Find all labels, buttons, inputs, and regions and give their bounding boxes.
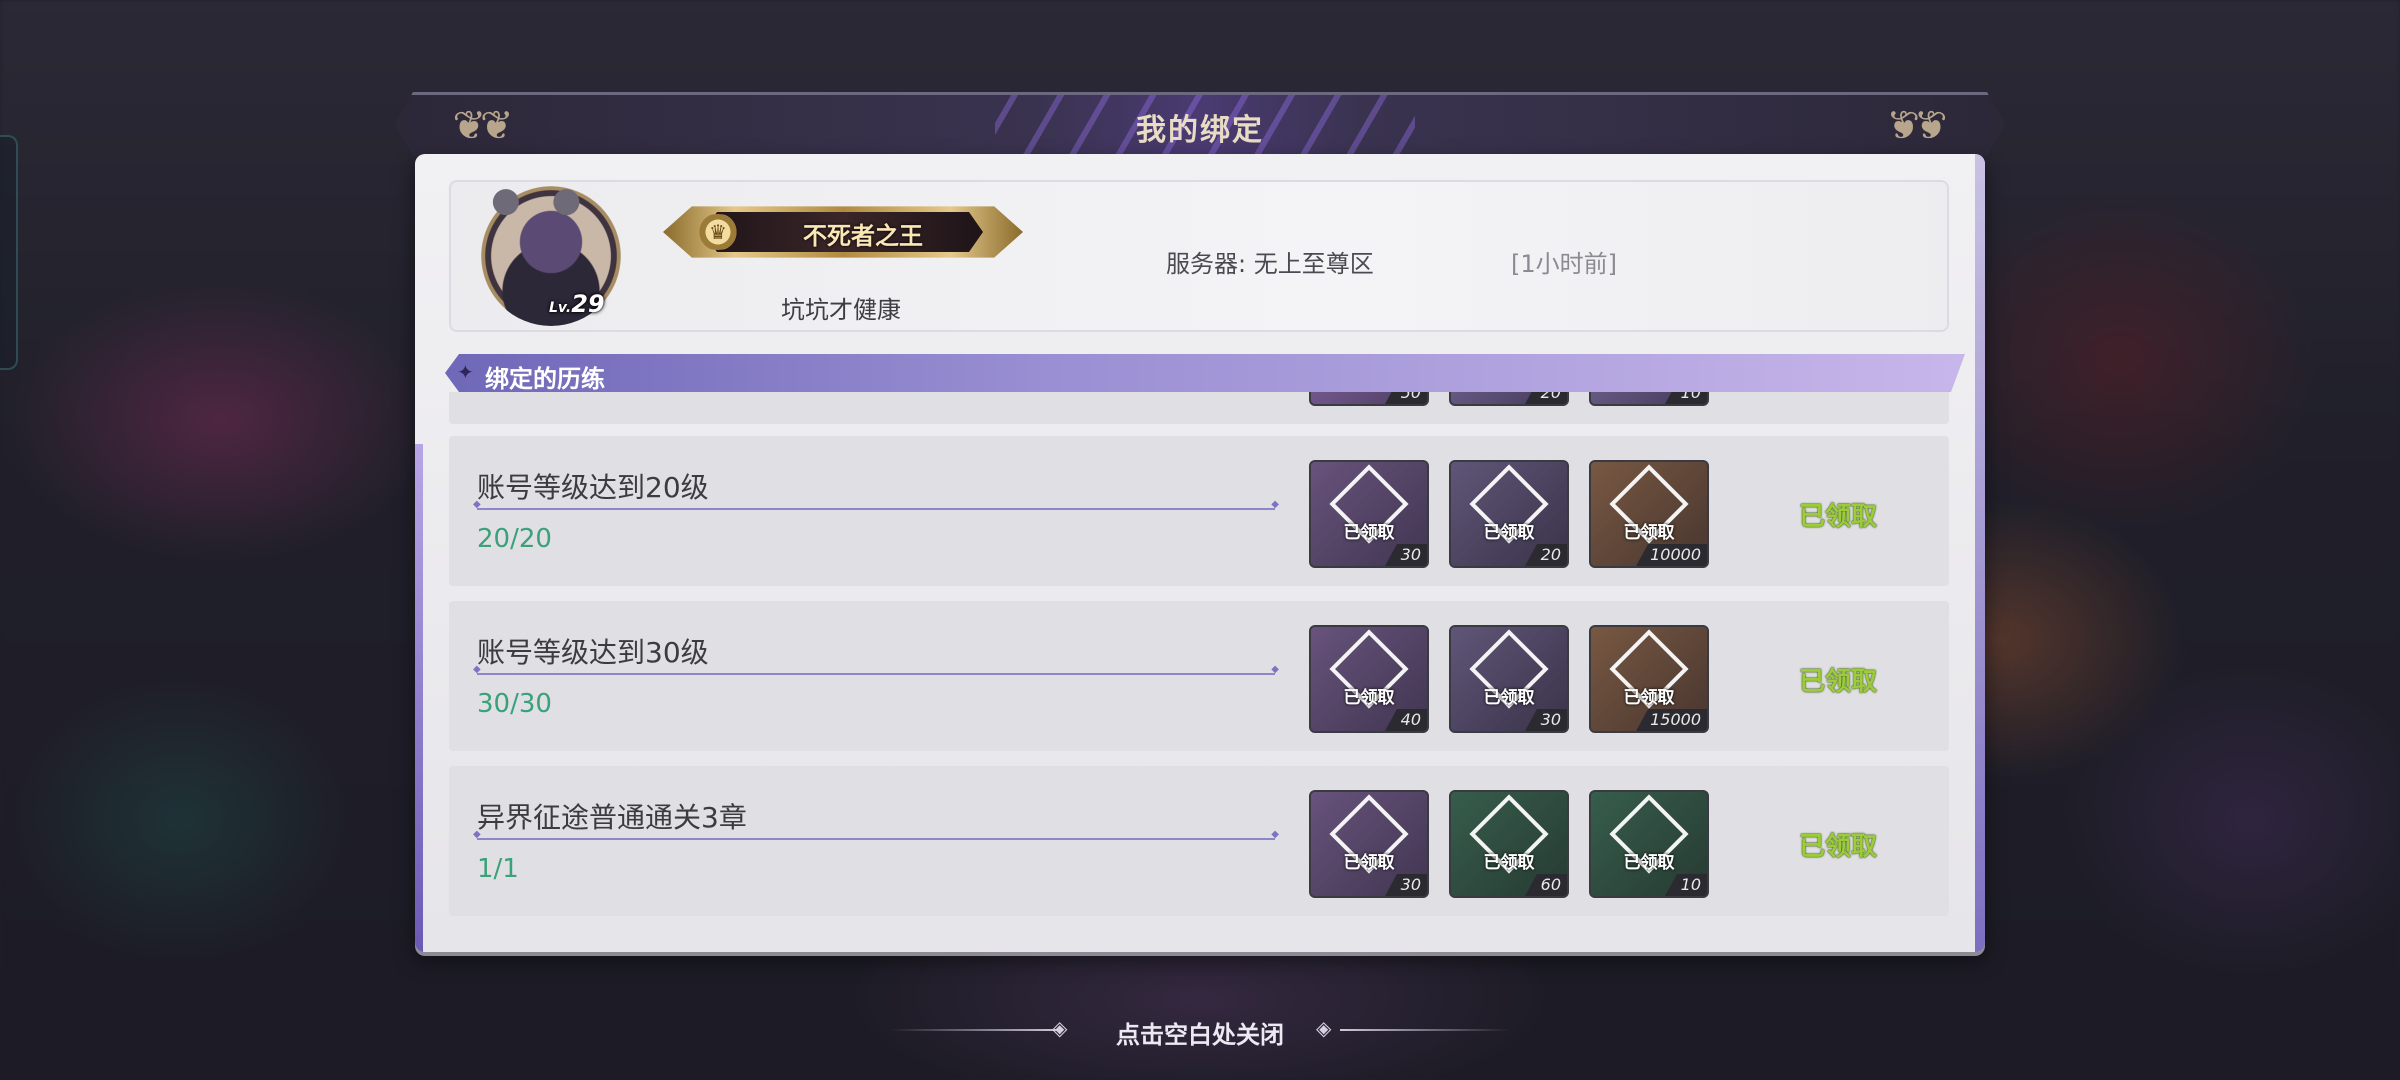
- reward-quantity: 10: [1665, 392, 1707, 404]
- profile-card: ● ● Lv.29 ♛ 不死者之王 坑坑才健康 服务器: 无上至尊区 [1小时前…: [449, 180, 1949, 332]
- task-row: 50 20 10: [449, 392, 1949, 424]
- avatar-frame-icon: ● ●: [491, 180, 592, 220]
- reward-quantity: 15000: [1636, 709, 1707, 731]
- reward-claimed-label: 已领取: [1623, 523, 1675, 543]
- task-name: 异界征途普通通关3章: [477, 801, 747, 834]
- reward-claimed-label: 已领取: [1343, 523, 1395, 543]
- task-progress: 30/30: [477, 689, 552, 719]
- reward-claimed-label: 已领取: [1343, 688, 1395, 708]
- progress-divider: [473, 664, 1279, 675]
- reward-item[interactable]: 已领取 30: [1309, 790, 1429, 898]
- title-badge-text: 不死者之王: [803, 222, 923, 250]
- last-login-time: [1小时前]: [1511, 250, 1617, 278]
- reward-claimed-label: 已领取: [1483, 853, 1535, 873]
- reward-claimed-label: 已领取: [1483, 523, 1535, 543]
- reward-claimed-label: 已领取: [1343, 853, 1395, 873]
- progress-divider: [473, 499, 1279, 510]
- reward-item[interactable]: 20: [1449, 392, 1569, 406]
- reward-item[interactable]: 已领取 20: [1449, 460, 1569, 568]
- reward-item[interactable]: 已领取 10000: [1589, 460, 1709, 568]
- reward-item[interactable]: 已领取 30: [1309, 460, 1429, 568]
- binding-dialog: ❦❦ 我的绑定 ❦❦ ● ● Lv.29 ♛ 不死者之王 坑坑才健康 服务器: …: [395, 92, 2005, 962]
- section-title: 绑定的历练: [485, 365, 605, 393]
- dialog-title-bar: ❦❦ 我的绑定 ❦❦: [395, 92, 2005, 156]
- reward-item[interactable]: 10: [1589, 392, 1709, 406]
- title-badge: ♛ 不死者之王: [663, 200, 1023, 264]
- dialog-title: 我的绑定: [1136, 113, 1264, 148]
- claim-status: 已领取: [1799, 832, 1878, 862]
- player-name: 坑坑才健康: [781, 296, 901, 324]
- diamond-right-icon: ◈: [1316, 1016, 1332, 1040]
- reward-item[interactable]: 已领取 15000: [1589, 625, 1709, 733]
- reward-quantity: 10000: [1636, 544, 1707, 566]
- server-label: 服务器: 无上至尊区: [1166, 250, 1374, 278]
- reward-claimed-label: 已领取: [1623, 853, 1675, 873]
- reward-item[interactable]: 已领取 30: [1449, 625, 1569, 733]
- title-ornament-right-icon: ❦❦: [1892, 103, 1948, 149]
- task-row: 账号等级达到30级 30/30 已领取 40 已领取 30: [449, 601, 1949, 751]
- section-header: ✦ 绑定的历练: [445, 354, 1965, 392]
- task-progress: 1/1: [477, 854, 519, 884]
- reward-item[interactable]: 50: [1309, 392, 1429, 406]
- claim-status: 已领取: [1799, 667, 1878, 697]
- reward-item[interactable]: 已领取 40: [1309, 625, 1429, 733]
- reward-claimed-label: 已领取: [1483, 688, 1535, 708]
- close-hint-line-right: [1340, 1029, 1510, 1031]
- task-row: 异界征途普通通关3章 1/1 已领取 30 已领取 60: [449, 766, 1949, 916]
- task-row: 账号等级达到20级 20/20 已领取 30 已领取 20: [449, 436, 1949, 586]
- player-level: Lv.29: [549, 290, 605, 318]
- task-list[interactable]: 50 20 10 账号等级达到20级 20/20 已领取 30: [449, 392, 1949, 952]
- reward-claimed-label: 已领取: [1623, 688, 1675, 708]
- reward-item[interactable]: 已领取 10: [1589, 790, 1709, 898]
- claim-status: 已领取: [1799, 502, 1878, 532]
- task-progress: 20/20: [477, 524, 552, 554]
- reward-quantity: 20: [1525, 392, 1567, 404]
- progress-divider: [473, 829, 1279, 840]
- close-hint[interactable]: 点击空白处关闭: [0, 1015, 2400, 1050]
- dialog-panel: ● ● Lv.29 ♛ 不死者之王 坑坑才健康 服务器: 无上至尊区 [1小时前…: [415, 154, 1985, 952]
- reward-quantity: 50: [1385, 392, 1427, 404]
- star-icon: ✦: [457, 360, 474, 384]
- crown-icon: ♛: [693, 214, 743, 250]
- reward-item[interactable]: 已领取 60: [1449, 790, 1569, 898]
- task-name: 账号等级达到20级: [477, 471, 709, 504]
- side-drawer-tab[interactable]: [0, 135, 18, 370]
- task-name: 账号等级达到30级: [477, 636, 709, 669]
